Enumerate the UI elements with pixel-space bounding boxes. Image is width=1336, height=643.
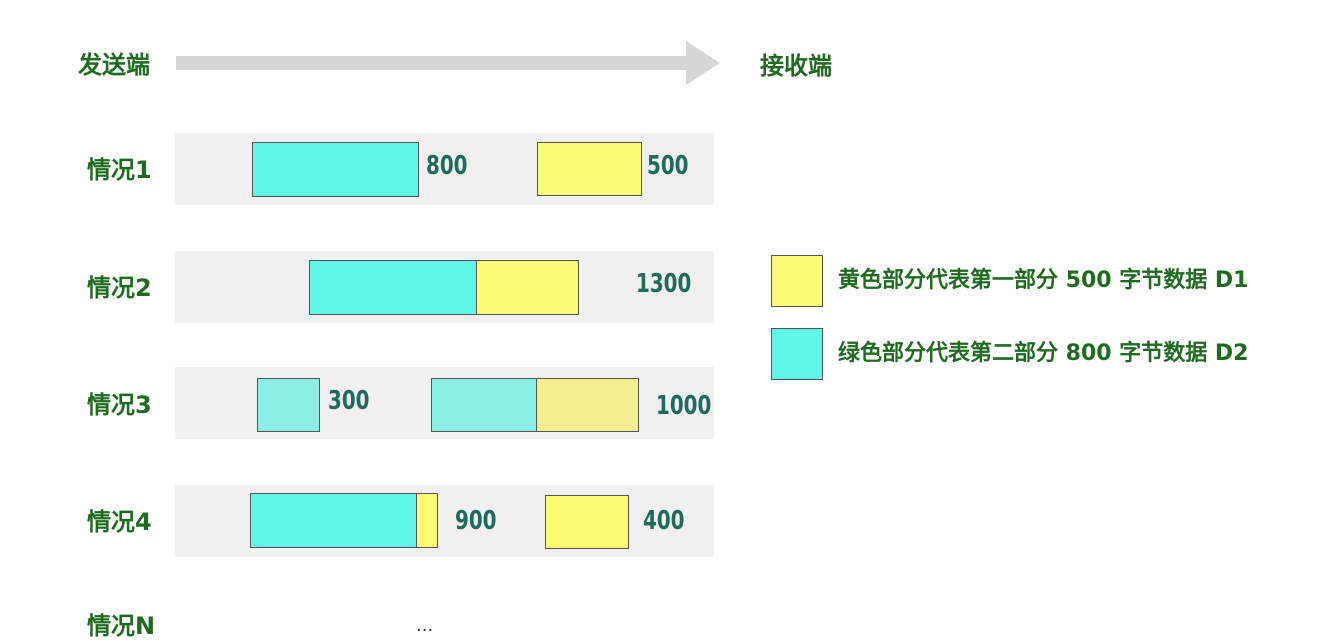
- row-3-packet-d1: [536, 378, 639, 432]
- row-3-size-a: 300: [328, 386, 370, 416]
- row-4-packet-d1-part: [416, 493, 438, 548]
- legend-swatch-cyan: [771, 328, 823, 380]
- row-3-packet-d2-rest: [431, 378, 537, 432]
- row-1-label: 情况1: [87, 156, 152, 184]
- legend-text-d2: 绿色部分代表第二部分 800 字节数据 D2: [838, 341, 1249, 366]
- row-2-size: 1300: [636, 269, 692, 299]
- row-1-size-b: 500: [647, 151, 689, 181]
- row-3-label: 情况3: [87, 391, 152, 419]
- row-n-ellipsis: ...: [416, 615, 434, 636]
- row-n-label: 情况N: [87, 612, 156, 640]
- row-1-packet-d2: [252, 142, 419, 197]
- legend-swatch-yellow: [771, 255, 823, 307]
- row-4-packet-d2: [250, 493, 417, 548]
- row-4-size-a: 900: [455, 506, 497, 536]
- receiver-label: 接收端: [760, 52, 832, 80]
- arrow-right-icon: [686, 41, 720, 85]
- row-2-packet-d1: [476, 260, 579, 315]
- row-4-label: 情况4: [87, 508, 152, 536]
- row-3-size-b: 1000: [656, 391, 712, 421]
- sender-label: 发送端: [78, 51, 150, 79]
- row-1-packet-d1: [537, 142, 642, 196]
- row-1-size-a: 800: [426, 151, 468, 181]
- direction-arrow-shaft: [176, 56, 688, 70]
- row-4-packet-d1-rest: [545, 495, 629, 549]
- row-2-label: 情况2: [87, 274, 152, 302]
- row-4-size-b: 400: [643, 506, 685, 536]
- row-2-packet-d2: [309, 260, 477, 315]
- legend-text-d1: 黄色部分代表第一部分 500 字节数据 D1: [838, 268, 1249, 293]
- row-3-packet-d2-part: [257, 378, 320, 432]
